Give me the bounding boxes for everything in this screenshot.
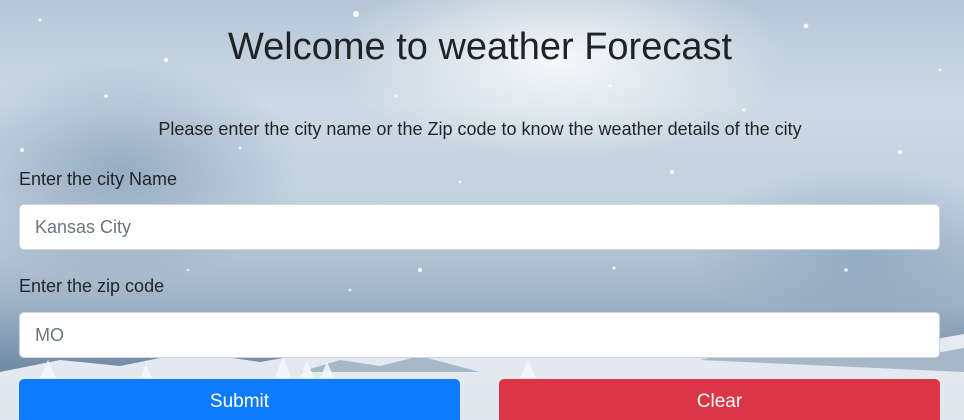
intro-text: Please enter the city name or the Zip co… (158, 119, 802, 139)
page-title: Welcome to weather Forecast (227, 26, 733, 68)
clear-button[interactable]: Clear (499, 379, 940, 420)
submit-button[interactable]: Submit (19, 379, 460, 420)
submit-button-label: Submit (209, 391, 270, 412)
zip-code-label: Enter the zip code (19, 276, 165, 296)
city-name-input[interactable] (19, 204, 940, 250)
zip-code-input[interactable] (19, 312, 940, 358)
clear-button-label: Clear (696, 391, 743, 412)
city-name-label: Enter the city Name (19, 169, 178, 189)
